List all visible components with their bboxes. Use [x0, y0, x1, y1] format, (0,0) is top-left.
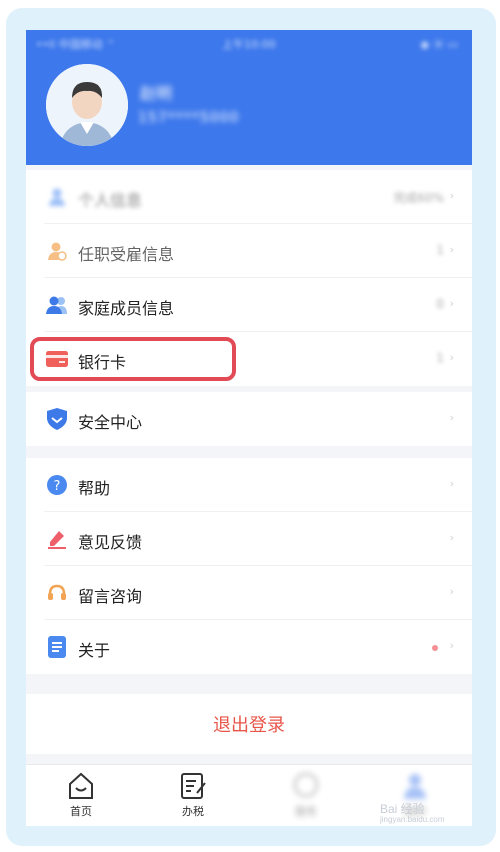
shield-icon	[46, 408, 68, 430]
service-icon	[294, 773, 318, 797]
menu-label: 留言咨询	[78, 587, 143, 606]
carrier-signal: ••ll 中国移动 ⌃	[36, 38, 116, 51]
menu-item-consult[interactable]: 留言咨询 ›	[26, 566, 472, 620]
logout-button[interactable]: 退出登录	[26, 694, 472, 754]
menu-label: 帮助	[78, 479, 111, 498]
tab-label: 服务	[295, 805, 317, 818]
chevron-right-icon: ›	[449, 531, 454, 544]
chevron-right-icon: ›	[449, 297, 454, 310]
tab-label: 办税	[182, 805, 204, 818]
chevron-right-icon: ›	[449, 351, 454, 364]
menu-label: 家庭成员信息	[78, 299, 175, 318]
status-bar: ••ll 中国移动 ⌃ 上午10:00 ◉ ⦿ ▭	[26, 30, 472, 54]
chevron-right-icon: ›	[449, 243, 454, 256]
watermark-sub: jingyan.baidu.com	[380, 815, 445, 824]
menu-label: 安全中心	[78, 413, 143, 432]
chevron-right-icon: ›	[449, 585, 454, 598]
avatar-icon	[46, 64, 128, 146]
tab-service[interactable]: 服务	[271, 771, 341, 823]
user-phone: 157****5000	[138, 110, 240, 126]
menu-value: 1	[436, 243, 444, 257]
employee-icon	[46, 240, 68, 262]
watermark-logo: Bai 经验 jingyan.baidu.com	[380, 800, 444, 824]
menu-item-about[interactable]: 关于 ›	[26, 620, 472, 674]
tab-label: 首页	[70, 805, 92, 818]
chevron-right-icon: ›	[449, 189, 454, 202]
menu-value: 1	[436, 351, 444, 365]
tab-tax[interactable]: 办税	[158, 771, 228, 823]
security-group: 安全中心 ›	[26, 392, 472, 446]
tab-home[interactable]: 首页	[46, 771, 116, 823]
menu-label: 任职受雇信息	[78, 245, 175, 264]
chevron-right-icon: ›	[449, 477, 454, 490]
menu-item-family-info[interactable]: 家庭成员信息 0 ›	[26, 278, 472, 332]
svg-text:?: ?	[54, 479, 61, 494]
family-icon	[46, 294, 68, 316]
tax-form-icon	[181, 773, 206, 799]
pen-icon	[46, 528, 68, 550]
watermark-main: Bai 经验	[380, 802, 425, 816]
person-icon	[46, 186, 68, 208]
profile-header: ••ll 中国移动 ⌃ 上午10:00 ◉ ⦿ ▭ 赵明 157****5000	[26, 30, 472, 165]
headset-icon	[46, 582, 68, 604]
document-icon	[46, 636, 68, 658]
chevron-right-icon: ›	[449, 411, 454, 424]
home-icon	[69, 772, 93, 799]
menu-item-security-center[interactable]: 安全中心 ›	[26, 392, 472, 446]
chevron-right-icon: ›	[449, 639, 454, 652]
avatar[interactable]	[46, 64, 128, 146]
user-icon	[404, 774, 426, 799]
status-icons: ◉ ⦿ ▭	[420, 38, 458, 51]
menu-item-personal-info[interactable]: 个人信息 完成60% ›	[26, 170, 472, 224]
menu-item-help[interactable]: ? 帮助 ›	[26, 458, 472, 512]
menu-item-feedback[interactable]: 意见反馈 ›	[26, 512, 472, 566]
menu-item-employment-info[interactable]: 任职受雇信息 1 ›	[26, 224, 472, 278]
status-time: 上午10:00	[222, 38, 276, 51]
bank-card-highlight-box	[30, 337, 236, 381]
menu-label: 关于	[78, 641, 111, 660]
menu-label: 个人信息	[78, 191, 143, 210]
phone-screen: ••ll 中国移动 ⌃ 上午10:00 ◉ ⦿ ▭ 赵明 157****5000…	[26, 30, 472, 826]
user-name: 赵明	[140, 84, 173, 103]
help-icon: ?	[46, 474, 68, 496]
menu-value: 0	[436, 297, 444, 311]
menu-value: 完成60%	[393, 191, 444, 205]
menu-label: 意见反馈	[78, 533, 143, 552]
support-group: ? 帮助 › 意见反馈 › 留言咨询 › 关于 ›	[26, 458, 472, 674]
notification-dot	[432, 645, 438, 651]
